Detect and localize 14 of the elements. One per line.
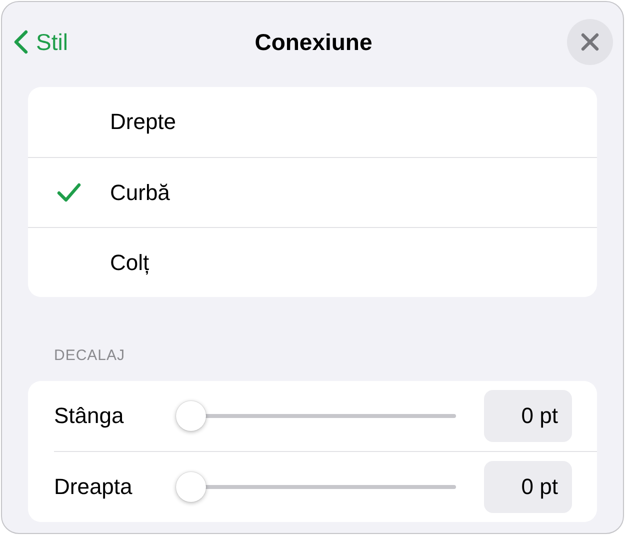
close-icon: [581, 33, 599, 51]
slider-thumb[interactable]: [176, 472, 206, 502]
section-heading: DECALAJ: [54, 347, 126, 366]
option-row[interactable]: Colț: [28, 227, 597, 297]
slider-label: Dreapta: [54, 474, 134, 500]
value-field[interactable]: 0 pt: [484, 461, 572, 513]
slider-thumb[interactable]: [176, 401, 206, 431]
value-field[interactable]: 0 pt: [484, 390, 572, 442]
dialog-title: Conexiune: [254, 28, 372, 56]
option-row[interactable]: Drepte: [28, 87, 597, 157]
slider-label: Stânga: [54, 403, 125, 429]
option-row[interactable]: Curbă: [28, 157, 597, 227]
close-button[interactable]: [567, 19, 613, 65]
chevron-left-icon: [14, 30, 28, 54]
